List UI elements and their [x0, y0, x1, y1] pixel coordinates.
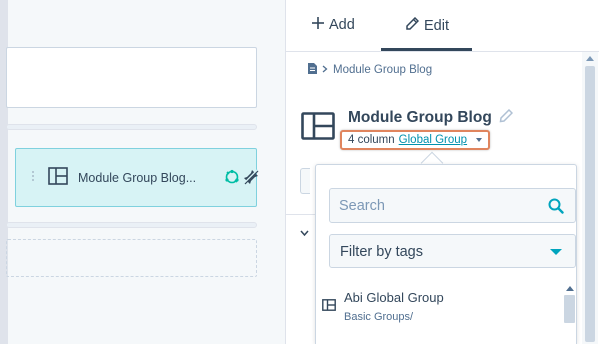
divider	[286, 214, 316, 215]
filter-by-tags-label: Filter by tags	[340, 244, 423, 260]
unpin-icon[interactable]	[243, 169, 259, 190]
obscured-chevron-icon	[300, 226, 309, 240]
editor-sidebar: Add Edit Module Group Blog Module Group …	[285, 0, 599, 344]
dropdown-scrollbar[interactable]	[564, 280, 576, 344]
drop-zone[interactable]	[6, 239, 257, 277]
scroll-up-arrow-icon[interactable]	[586, 56, 594, 61]
group-module-icon	[48, 167, 68, 190]
global-sync-icon[interactable]	[224, 169, 240, 190]
list-item-title: Abi Global Group	[344, 290, 444, 305]
sidebar-tabs: Add Edit	[286, 0, 599, 52]
drag-handle-icon[interactable]	[32, 171, 38, 185]
edit-name-pencil-icon[interactable]	[499, 108, 514, 128]
selected-module-label: Module Group Blog...	[78, 171, 197, 185]
section-divider	[6, 124, 257, 130]
tab-add[interactable]: Add	[312, 17, 355, 33]
section-divider	[6, 222, 257, 228]
group-type-selector[interactable]: 4 column Global Group	[340, 130, 491, 150]
scrollbar-thumb[interactable]	[585, 66, 595, 342]
caret-down-icon	[476, 138, 483, 142]
scrollbar-thumb[interactable]	[564, 295, 575, 323]
search-icon[interactable]	[548, 198, 564, 219]
group-list: Abi Global Group Basic Groups/	[316, 280, 576, 344]
module-placeholder[interactable]	[6, 47, 257, 108]
pencil-icon	[406, 16, 420, 34]
chevron-right-icon	[322, 64, 328, 76]
active-tab-indicator	[381, 48, 472, 51]
page-icon	[308, 63, 317, 77]
tab-edit-label: Edit	[424, 17, 449, 34]
list-item-path: Basic Groups/	[344, 311, 414, 323]
group-module-icon	[301, 112, 335, 145]
selected-module[interactable]: Module Group Blog...	[15, 148, 259, 207]
breadcrumb-current[interactable]: Module Group Blog	[333, 64, 432, 76]
column-count-label: 4 column	[348, 134, 395, 146]
breadcrumb: Module Group Blog	[308, 63, 432, 77]
search-input[interactable]	[330, 189, 540, 222]
caret-down-icon	[550, 249, 562, 255]
plus-icon	[312, 17, 324, 33]
search-field[interactable]	[329, 188, 576, 223]
tab-edit[interactable]: Edit	[406, 16, 449, 34]
list-item[interactable]: Abi Global Group Basic Groups/	[316, 280, 562, 335]
group-picker-dropdown: Filter by tags Abi Global Group Basic Gr…	[315, 164, 577, 344]
filter-by-tags-select[interactable]: Filter by tags	[329, 234, 576, 268]
global-group-link[interactable]: Global Group	[399, 132, 467, 148]
scroll-up-arrow-icon[interactable]	[566, 286, 574, 291]
editor-canvas: Module Group Blog...	[0, 0, 285, 344]
group-module-icon	[322, 298, 336, 316]
module-title: Module Group Blog	[348, 109, 492, 126]
sidebar-scrollbar[interactable]	[582, 52, 598, 344]
tab-add-label: Add	[329, 17, 355, 33]
obscured-field	[300, 168, 310, 194]
